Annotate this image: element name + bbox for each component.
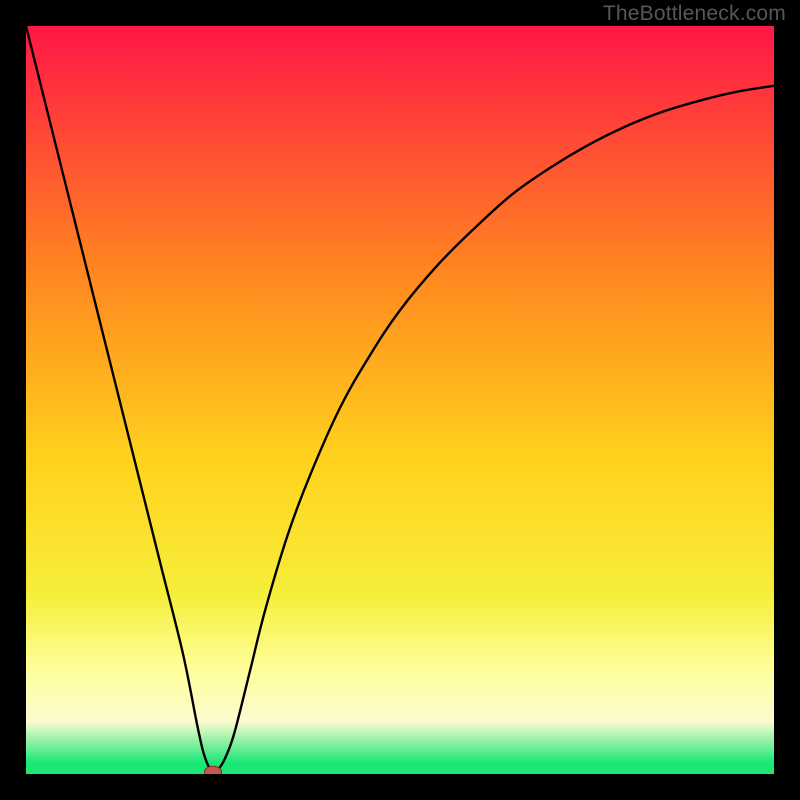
gradient-background <box>26 26 774 774</box>
chart-svg <box>26 26 774 774</box>
watermark-text: TheBottleneck.com <box>603 2 786 26</box>
chart-frame: TheBottleneck.com <box>0 0 800 800</box>
optimal-point-marker <box>205 766 222 774</box>
chart-plot-area <box>26 26 774 774</box>
